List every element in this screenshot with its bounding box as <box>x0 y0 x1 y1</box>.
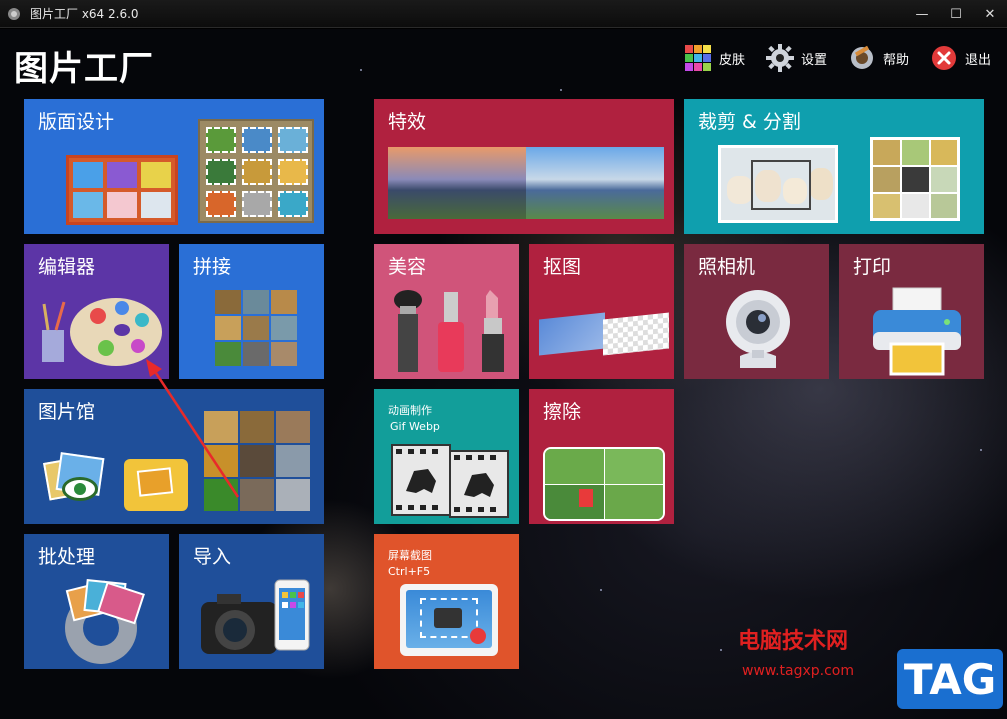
tile-beauty[interactable]: 美容 <box>374 244 519 379</box>
camera-phone-icon <box>201 579 310 654</box>
printer-icon <box>873 287 961 376</box>
settings-button[interactable]: 设置 <box>765 43 827 73</box>
tile-erase[interactable]: 擦除 <box>529 389 674 524</box>
help-button[interactable]: 帮助 <box>847 43 909 73</box>
help-label: 帮助 <box>882 52 909 68</box>
tile-print[interactable]: 打印 <box>839 244 984 379</box>
tile-crop-split[interactable]: 裁剪 & 分割 <box>684 99 984 234</box>
batch-gear-icon <box>65 578 145 664</box>
tile-label: 批处理 <box>38 546 96 568</box>
screenshot-frame-icon <box>400 584 498 656</box>
tile-animation[interactable]: 动画制作 Gif Webp <box>374 389 519 524</box>
effects-before-image <box>388 147 526 219</box>
tile-label: 动画制作 Gif Webp <box>388 404 440 433</box>
window-title: 图片工厂 x64 2.6.0 <box>30 7 139 21</box>
app-icon <box>8 7 20 20</box>
tile-effects[interactable]: 特效 <box>374 99 674 234</box>
skin-label: 皮肤 <box>718 52 745 68</box>
close-circle-icon <box>931 46 956 70</box>
tile-label: 屏幕截图 Ctrl+F5 <box>388 549 432 578</box>
tile-label: 抠图 <box>543 256 582 278</box>
cutout-after-image <box>603 312 669 356</box>
tile-label: 拼接 <box>193 256 232 278</box>
tile-screenshot[interactable]: 屏幕截图 Ctrl+F5 <box>374 534 519 669</box>
top-toolbar: 皮肤 设置 帮助 退出 <box>683 43 991 73</box>
settings-label: 设置 <box>800 52 827 68</box>
watermark-tag-logo: TAG <box>897 649 1003 709</box>
cutout-before-image <box>539 312 605 356</box>
cosmetics-icon <box>394 290 504 372</box>
main-stage: 图片工厂 皮肤 设置 帮助 退出 版面设计 编辑器 拼接 图片馆 批处理 导入 … <box>0 29 1007 719</box>
maximize-button[interactable]: ☐ <box>939 0 973 28</box>
tile-camera[interactable]: 照相机 <box>684 244 829 379</box>
gallery-eye-icon <box>43 452 108 509</box>
help-gear-icon <box>850 45 873 69</box>
tile-label: 图片馆 <box>38 401 96 423</box>
exit-label: 退出 <box>964 52 991 68</box>
minimize-button[interactable]: — <box>905 0 939 28</box>
film-strip-icon <box>391 444 509 518</box>
tile-label: 裁剪 & 分割 <box>698 111 801 133</box>
tile-cutout[interactable]: 抠图 <box>529 244 674 379</box>
close-button[interactable]: ✕ <box>973 0 1007 28</box>
window-controls: — ☐ ✕ <box>905 0 1007 28</box>
tile-label: 版面设计 <box>38 111 115 133</box>
erase-grid-image <box>543 447 665 521</box>
watermark-brand: 电脑技术网 <box>738 629 849 654</box>
webcam-icon <box>726 290 790 368</box>
tile-import[interactable]: 导入 <box>179 534 324 669</box>
annotation-arrow <box>146 359 240 498</box>
gear-icon <box>765 44 794 72</box>
stamp-collage-image <box>198 119 314 223</box>
collage-frame-image <box>66 155 178 225</box>
window-titlebar: 图片工厂 x64 2.6.0 — ☐ ✕ <box>0 0 1007 28</box>
crop-puppies-image <box>718 145 838 223</box>
skin-grid-icon <box>684 45 711 71</box>
exit-button[interactable]: 退出 <box>929 43 991 73</box>
tile-label: 编辑器 <box>38 256 96 278</box>
skin-button[interactable]: 皮肤 <box>683 43 745 73</box>
tile-batch[interactable]: 批处理 <box>24 534 169 669</box>
app-title: 图片工厂 <box>14 49 154 89</box>
tile-label: 打印 <box>853 256 892 278</box>
split-grid-image <box>870 137 960 221</box>
tile-layout-design[interactable]: 版面设计 <box>24 99 324 234</box>
tile-label: 照相机 <box>698 256 756 278</box>
tile-label: 擦除 <box>543 401 582 423</box>
watermark-url: www.tagxp.com <box>742 663 854 679</box>
tile-label: 特效 <box>388 111 427 133</box>
tile-label: 导入 <box>193 546 232 568</box>
effects-after-image <box>526 147 664 219</box>
tile-label: 美容 <box>388 256 427 278</box>
